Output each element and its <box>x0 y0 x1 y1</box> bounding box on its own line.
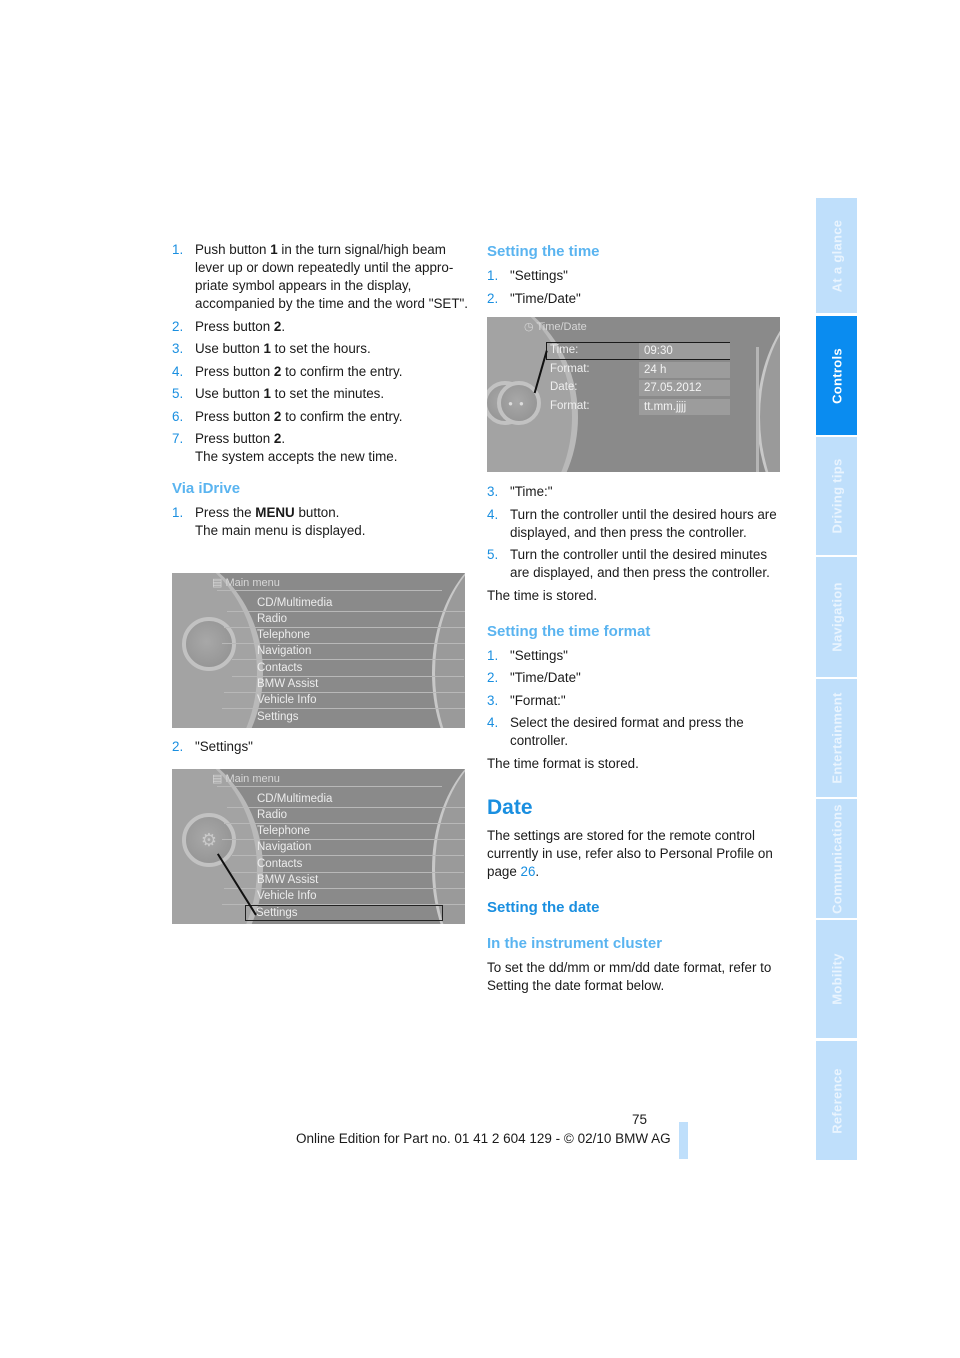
page-link[interactable]: 26 <box>521 864 536 879</box>
setting-time-steps: 1. "Settings" 2. "Time/Date" <box>487 267 785 308</box>
tab-at-a-glance[interactable]: At a glance <box>816 198 857 313</box>
date-label[interactable]: Date: <box>550 381 578 393</box>
menu-item-navigation[interactable]: Navigation <box>232 839 464 856</box>
menu-item-contacts[interactable]: Contacts <box>232 856 464 873</box>
clock-settings-icon: ◷ <box>524 321 537 333</box>
step-item: 4. Turn the controller until the desired … <box>487 506 777 540</box>
menu-item-contacts[interactable]: Contacts <box>232 660 464 677</box>
step-item: 3. "Format:" <box>487 692 566 708</box>
main-menu-settings-screenshot: ⚙ ▤ Main menu CD/Multimedia Radio Teleph… <box>172 769 465 924</box>
tab-mobility[interactable]: Mobility <box>816 920 857 1038</box>
tab-navigation[interactable]: Navigation <box>816 557 857 677</box>
step-item: 3. "Time:" <box>487 484 553 499</box>
menu-item-vehicle-info[interactable]: Vehicle Info <box>222 692 465 709</box>
time-format-stored-text: The time format is stored. <box>487 755 639 771</box>
step-item: 4. Select the desired format and press th… <box>487 715 744 748</box>
left-column: 1. Push button 1 in the turn signal/high … <box>172 241 470 545</box>
screen-bezel-right <box>757 317 780 472</box>
instrument-cluster-steps: 1. Push button 1 in the turn signal/high … <box>172 241 470 466</box>
menu-item-vehicle-info[interactable]: Vehicle Info <box>222 888 465 905</box>
right-column-bottom: 3. "Time:" 4. Turn the controller until th… <box>487 483 785 1001</box>
step-item: 2. "Settings" <box>172 739 253 754</box>
step-item: 2. "Time/Date" <box>487 670 581 685</box>
tab-communications[interactable]: Communications <box>816 799 857 918</box>
via-idrive-heading: Via iDrive <box>172 480 241 497</box>
time-label[interactable]: Time: <box>550 344 578 356</box>
menu-item-radio[interactable]: Radio <box>224 611 465 628</box>
setting-date-heading: Setting the date <box>487 898 600 916</box>
time-format-heading: Setting the time format <box>487 622 651 640</box>
menu-item-bmw-assist[interactable]: BMW Assist <box>224 676 465 693</box>
tab-controls[interactable]: Controls <box>816 316 857 435</box>
step-item: 2. "Time/Date" <box>487 290 581 306</box>
footer-accent-bar <box>679 1122 688 1159</box>
time-stored-text: The time is stored. <box>487 587 598 603</box>
date-format-label[interactable]: Format: <box>550 400 590 412</box>
date-format-value[interactable]: tt.mm.jjjj <box>639 399 730 415</box>
time-value[interactable]: 09:30 <box>639 343 730 359</box>
menu-icon: ▤ <box>212 773 226 785</box>
menu-item-cd-multimedia[interactable]: CD/Multimedia <box>227 791 465 808</box>
step-item: 1. "Settings" <box>487 268 568 283</box>
menu-item-navigation[interactable]: Navigation <box>232 643 464 660</box>
step-item: 2. Press button 2. <box>172 318 286 334</box>
menu-title: ▤ Main menu <box>212 577 280 589</box>
step-item: 1. Push button 1 in the turn signal/high … <box>172 242 468 311</box>
step-item: 6. Press button 2 to confirm the entry. <box>172 408 403 424</box>
tab-driving-tips[interactable]: Driving tips <box>816 437 857 555</box>
step-item: 1. "Settings" <box>487 647 568 663</box>
tab-entertainment[interactable]: Entertainment <box>816 679 857 797</box>
step-item: 1. Press the MENU button. The main menu is… <box>172 505 366 538</box>
date-heading: Date <box>487 795 533 819</box>
menu-item-cd-multimedia[interactable]: CD/Multimedia <box>227 595 465 612</box>
menu-title: ▤ Main menu <box>212 773 280 785</box>
scrollbar[interactable] <box>756 347 759 472</box>
step-item: 4. Press button 2 to confirm the entry. <box>172 363 403 379</box>
time-format-steps: 1. "Settings" 2. "Time/Date" 3. "Format:" 4… <box>487 647 785 751</box>
time-format-label[interactable]: Format: <box>550 363 590 375</box>
date-paragraph: The settings are stored for the remote c… <box>487 827 773 879</box>
menu-item-radio[interactable]: Radio <box>224 807 465 824</box>
main-menu-screenshot: ▤ Main menu CD/Multimedia Radio Telephon… <box>172 573 465 728</box>
menu-item-settings[interactable]: Settings <box>222 709 465 725</box>
screen-title: ◷ Time/Date <box>524 321 587 333</box>
menu-icon: ▤ <box>212 577 226 589</box>
step-item: 5. Turn the controller until the desired … <box>487 547 770 580</box>
menu-item-telephone[interactable]: Telephone <box>222 823 465 840</box>
page-number: 75 <box>632 1112 648 1127</box>
date-value[interactable]: 27.05.2012 <box>639 380 730 396</box>
right-column-top: Setting the time 1. "Settings" 2. "Time/Da… <box>487 241 785 312</box>
instrument-cluster-heading: In the instrument cluster <box>487 934 663 952</box>
step-item: 5. Use button 1 to set the minutes. <box>172 386 385 401</box>
step-item: 7. Press button 2. The system accepts the … <box>172 431 398 464</box>
dots-icon: ●● <box>508 398 530 408</box>
gear-icon: ⚙ <box>200 829 218 850</box>
time-format-value[interactable]: 24 h <box>639 362 730 378</box>
title-divider <box>217 786 442 787</box>
footer-edition: Online Edition for Part no. 01 41 2 604 … <box>296 1131 671 1146</box>
menu-item-telephone[interactable]: Telephone <box>222 627 465 644</box>
instrument-cluster-paragraph: To set the dd/mm or mm/dd date format, r… <box>487 959 772 993</box>
setting-time-heading: Setting the time <box>487 243 600 260</box>
menu-item-settings-selected[interactable]: Settings <box>245 905 443 921</box>
setting-time-steps-continued: 3. "Time:" 4. Turn the controller until th… <box>487 483 785 582</box>
title-divider <box>217 590 442 591</box>
idrive-steps: 1. Press the MENU button. The main menu is… <box>172 504 470 540</box>
time-date-screenshot: ●● ◷ Time/Date Time: 09:30 Format: 24 h … <box>487 317 780 472</box>
step-item: 3. Use button 1 to set the hours. <box>172 341 371 356</box>
idrive-step-2: 2. "Settings" <box>172 738 470 761</box>
tab-reference[interactable]: Reference <box>816 1041 857 1160</box>
menu-item-bmw-assist[interactable]: BMW Assist <box>224 872 465 889</box>
